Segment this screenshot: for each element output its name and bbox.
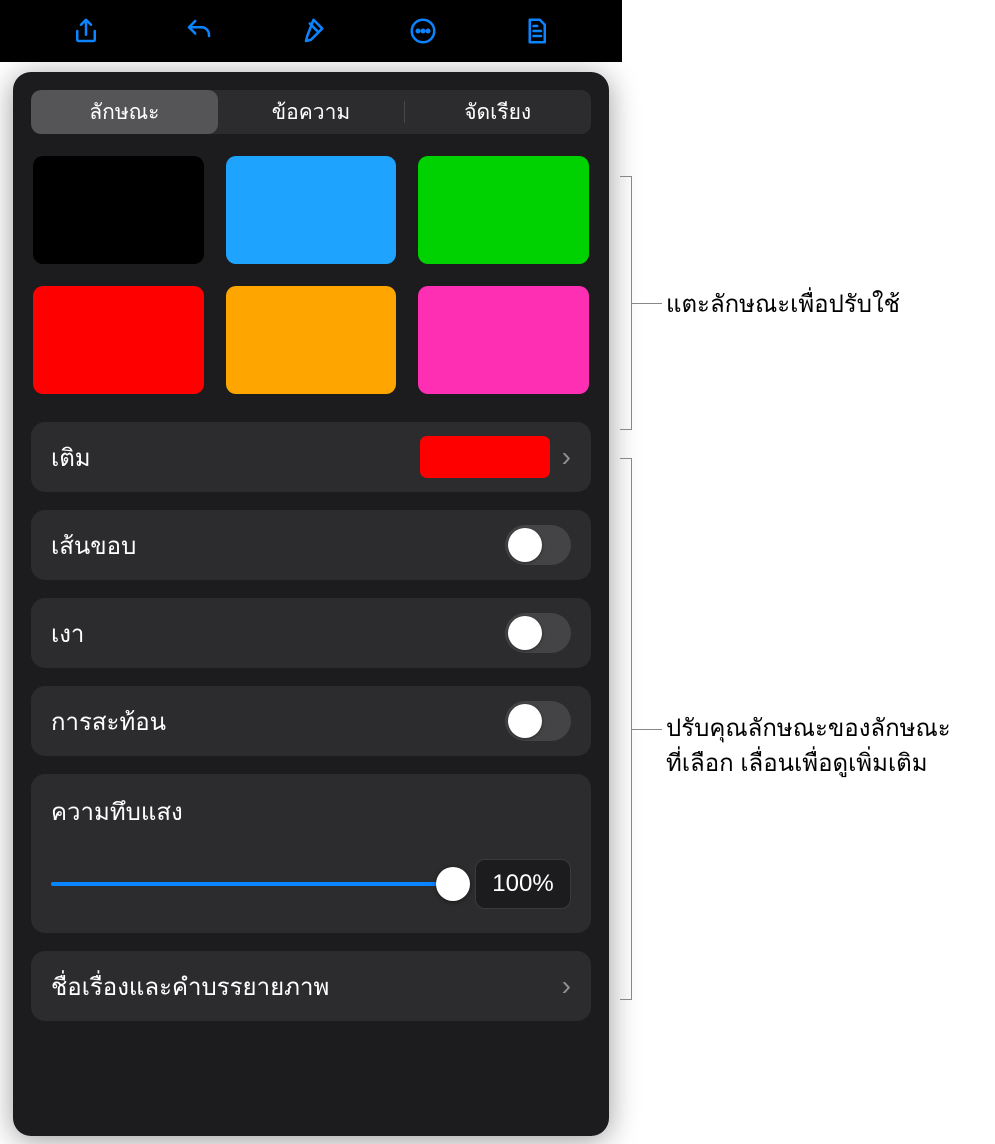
fill-swatch <box>420 436 550 478</box>
opacity-section: ความทึบแสง 100% <box>31 774 591 933</box>
top-toolbar <box>0 0 622 62</box>
opacity-label: ความทึบแสง <box>51 792 571 831</box>
format-tabs: ลักษณะ ข้อความ จัดเรียง <box>31 90 591 134</box>
format-popover: ลักษณะ ข้อความ จัดเรียง เติม › <box>13 72 609 1136</box>
swatch-black[interactable] <box>33 156 204 264</box>
tab-text[interactable]: ข้อความ <box>218 90 405 134</box>
reflection-label: การสะท้อน <box>51 702 505 741</box>
reflection-toggle[interactable] <box>505 701 571 741</box>
undo-icon[interactable] <box>182 14 216 48</box>
tab-style[interactable]: ลักษณะ <box>31 90 218 134</box>
chevron-right-icon: › <box>562 441 571 473</box>
format-brush-icon[interactable] <box>294 14 328 48</box>
swatch-green[interactable] <box>418 156 589 264</box>
reflection-row: การสะท้อน <box>31 686 591 756</box>
swatch-blue[interactable] <box>226 156 397 264</box>
style-swatches <box>31 156 591 394</box>
title-caption-row[interactable]: ชื่อเรื่องและคำบรรยายภาพ › <box>31 951 591 1021</box>
shadow-row: เงา <box>31 598 591 668</box>
fill-row[interactable]: เติม › <box>31 422 591 492</box>
shadow-toggle[interactable] <box>505 613 571 653</box>
border-toggle[interactable] <box>505 525 571 565</box>
swatch-red[interactable] <box>33 286 204 394</box>
share-icon[interactable] <box>69 14 103 48</box>
opacity-value: 100% <box>475 859 571 909</box>
document-settings-icon[interactable] <box>519 14 553 48</box>
tab-arrange[interactable]: จัดเรียง <box>404 90 591 134</box>
chevron-right-icon: › <box>562 970 571 1002</box>
fill-label: เติม <box>51 438 420 477</box>
swatch-magenta[interactable] <box>418 286 589 394</box>
border-label: เส้นขอบ <box>51 526 505 565</box>
border-row: เส้นขอบ <box>31 510 591 580</box>
title-caption-label: ชื่อเรื่องและคำบรรยายภาพ <box>51 967 550 1006</box>
shadow-label: เงา <box>51 614 505 653</box>
opacity-slider[interactable] <box>51 867 453 901</box>
more-icon[interactable] <box>406 14 440 48</box>
callout-bottom: ปรับคุณลักษณะของลักษณะ ที่เลือก เลื่อนเพ… <box>666 712 951 782</box>
annotation-layer: แตะลักษณะเพื่อปรับใช้ ปรับคุณลักษณะของลั… <box>620 0 995 1144</box>
swatch-orange[interactable] <box>226 286 397 394</box>
callout-top: แตะลักษณะเพื่อปรับใช้ <box>666 288 900 323</box>
